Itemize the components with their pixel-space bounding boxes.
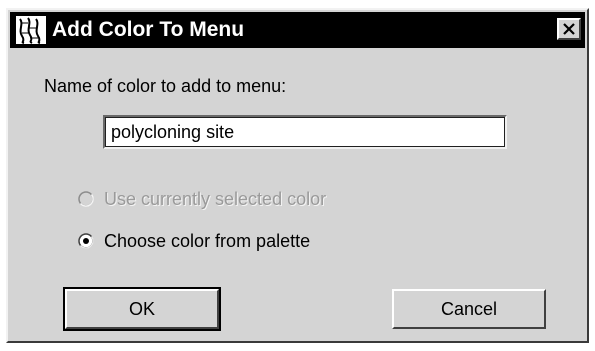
ok-button[interactable]: OK	[63, 287, 221, 331]
chromosome-icon	[16, 16, 46, 44]
cancel-button[interactable]: Cancel	[392, 289, 546, 329]
radio-selected-icon[interactable]	[78, 233, 94, 249]
use-current-color-label: Use currently selected color	[104, 189, 327, 209]
choose-from-palette-label: Choose color from palette	[104, 231, 311, 251]
add-color-dialog: Add Color To Menu Name of color to add t…	[6, 8, 589, 343]
close-button[interactable]	[557, 18, 581, 40]
color-name-label: Name of color to add to menu:	[44, 76, 287, 96]
color-name-input[interactable]	[103, 115, 507, 149]
window-title: Add Color To Menu	[52, 18, 245, 41]
title-bar[interactable]: Add Color To Menu	[10, 12, 585, 48]
radio-unselected-disabled-icon[interactable]	[78, 191, 94, 207]
